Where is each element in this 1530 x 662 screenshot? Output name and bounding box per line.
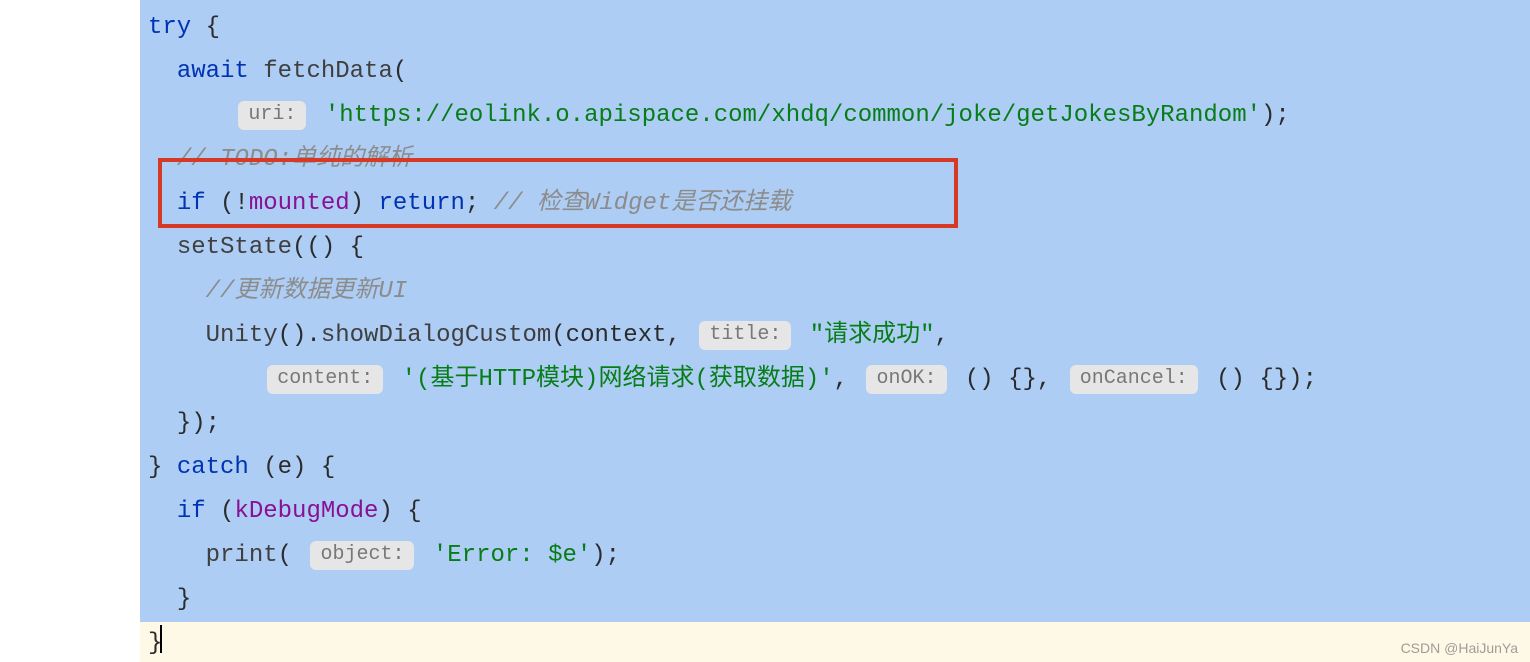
code-line[interactable]: await fetchData(: [140, 50, 1530, 94]
text: });: [177, 410, 220, 437]
code-line[interactable]: if (!mounted) return; // 检查Widget是否还挂载: [140, 182, 1530, 226]
code-line[interactable]: if (kDebugMode) {: [140, 490, 1530, 534]
function: Unity: [206, 322, 278, 349]
param-hint: title:: [699, 321, 791, 350]
code-line[interactable]: //更新数据更新UI: [140, 270, 1530, 314]
identifier: mounted: [249, 190, 350, 217]
text: {: [191, 14, 220, 41]
function: showDialogCustom: [321, 322, 551, 349]
code-line[interactable]: } catch (e) {: [140, 446, 1530, 490]
code-line[interactable]: uri: 'https://eolink.o.apispace.com/xhdq…: [140, 94, 1530, 138]
text: }: [148, 454, 177, 481]
keyword: catch: [177, 454, 249, 481]
text: ): [350, 190, 379, 217]
comment: // 检查Widget是否还挂载: [494, 190, 792, 217]
text: );: [591, 542, 620, 569]
code-editor[interactable]: try { await fetchData( uri: 'https://eol…: [0, 0, 1530, 662]
function: setState: [177, 234, 292, 261]
text: (e) {: [249, 454, 335, 481]
text: () {});: [1202, 366, 1317, 393]
keyword: return: [378, 190, 464, 217]
text: ,: [935, 322, 949, 349]
text: (() {: [292, 234, 364, 261]
string: 'https://eolink.o.apispace.com/xhdq/comm…: [310, 102, 1261, 129]
text: ().: [278, 322, 321, 349]
function: print: [206, 542, 278, 569]
text: (: [206, 498, 235, 525]
keyword: try: [148, 14, 191, 41]
param-hint: content:: [267, 365, 383, 394]
text: }: [177, 586, 191, 613]
text: (: [278, 542, 307, 569]
text: (: [393, 58, 407, 85]
watermark: CSDN @HaiJunYa: [1401, 640, 1518, 656]
code-line[interactable]: }: [140, 578, 1530, 622]
comment: //更新数据更新UI: [206, 278, 408, 305]
param-hint: uri:: [238, 101, 306, 130]
code-line[interactable]: });: [140, 402, 1530, 446]
identifier: kDebugMode: [234, 498, 378, 525]
string: 'Error: $e': [418, 542, 591, 569]
string: "请求成功": [795, 322, 934, 349]
code-line[interactable]: content: '(基于HTTP模块)网络请求(获取数据)', onOK: (…: [140, 358, 1530, 402]
comment: // TODO:单纯的解析: [177, 146, 412, 173]
param-hint: onOK:: [866, 365, 946, 394]
text: ;: [465, 190, 494, 217]
function: fetchData: [249, 58, 393, 85]
code-line[interactable]: // TODO:单纯的解析: [140, 138, 1530, 182]
text: (context,: [551, 322, 695, 349]
string: '(基于HTTP模块)网络请求(获取数据)': [387, 366, 833, 393]
caret-icon: [160, 625, 162, 653]
gutter: [0, 0, 140, 662]
keyword: if: [177, 190, 206, 217]
param-hint: object:: [310, 541, 414, 570]
keyword: if: [177, 498, 206, 525]
text: () {},: [951, 366, 1066, 393]
text: ) {: [378, 498, 421, 525]
keyword: await: [177, 58, 249, 85]
code-line-current[interactable]: }: [140, 622, 1530, 662]
gutter-notch: [110, 8, 140, 44]
param-hint: onCancel:: [1070, 365, 1198, 394]
text: (!: [206, 190, 249, 217]
code-line[interactable]: Unity().showDialogCustom(context, title:…: [140, 314, 1530, 358]
code-line[interactable]: try {: [140, 6, 1530, 50]
code-line[interactable]: setState(() {: [140, 226, 1530, 270]
code-line[interactable]: print( object: 'Error: $e');: [140, 534, 1530, 578]
text: ,: [834, 366, 863, 393]
text: );: [1261, 102, 1290, 129]
code-area[interactable]: try { await fetchData( uri: 'https://eol…: [140, 0, 1530, 662]
